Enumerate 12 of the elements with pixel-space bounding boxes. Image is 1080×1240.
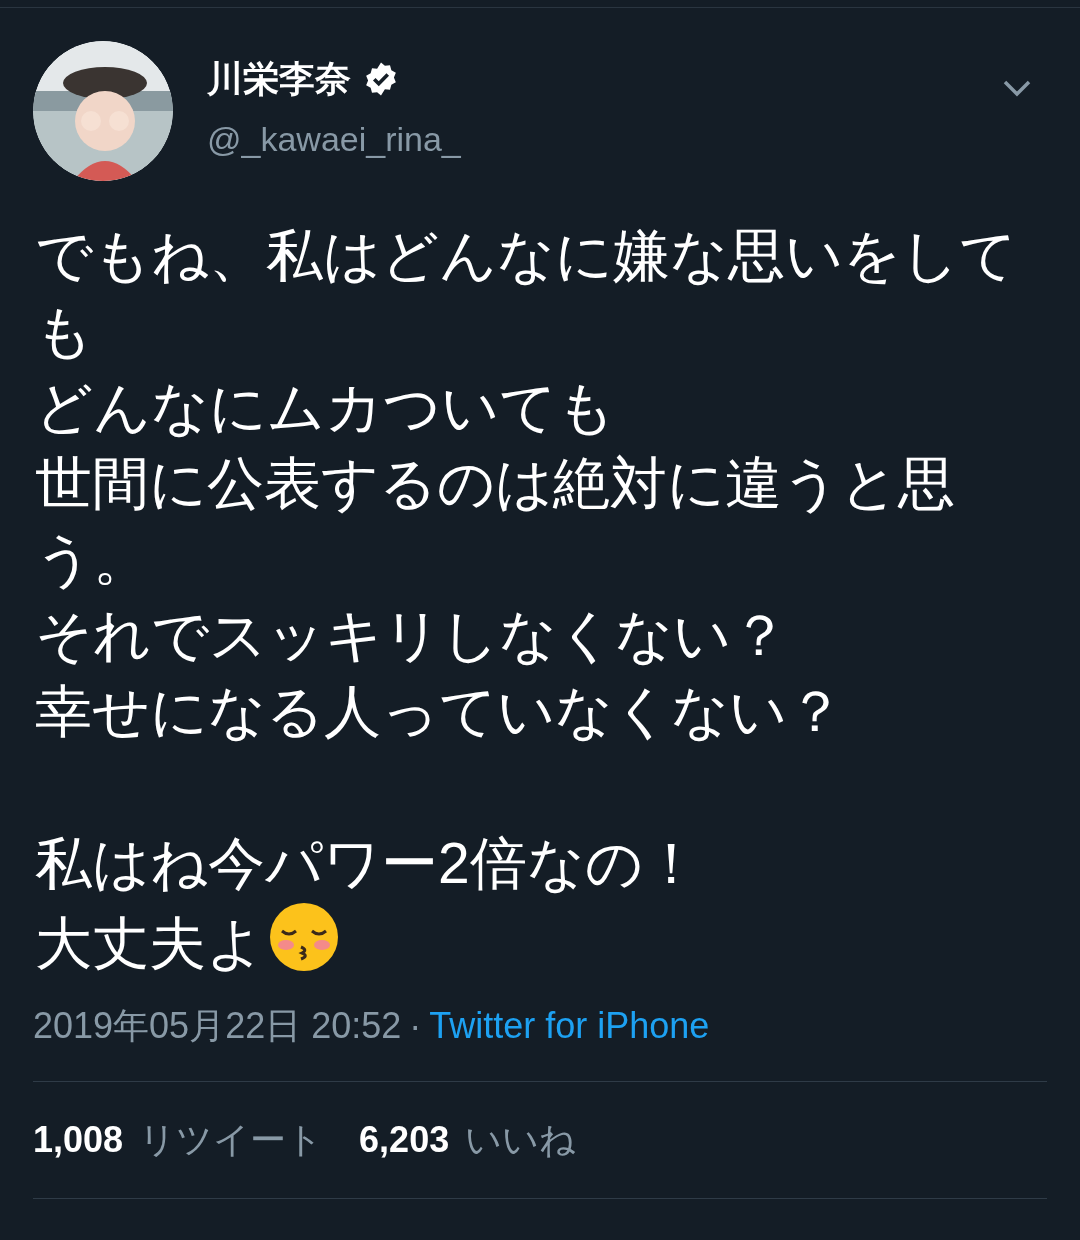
separator-dot: · <box>409 1004 422 1048</box>
author-handle: @_kawaei_rina_ <box>207 119 462 160</box>
author-name: 川栄李奈 <box>207 57 351 101</box>
stat-label[interactable]: リツイート <box>139 1113 324 1167</box>
stat-label[interactable]: いいね <box>465 1113 577 1167</box>
tweet-timestamp: 2019年05月22日 20:52 <box>33 1004 402 1048</box>
tweet-text: でもね、私はどんなに嫌な思いをしても どんなにムカついても 世間に公表するのは絶対に違うと思う。 それでスッキリしなくない？ 幸せになる人っていなくない？ <box>35 222 1018 745</box>
source-link[interactable]: Twitter for iPhone <box>429 1001 710 1051</box>
tweet-text: 私はね今パワー2倍なの！ 大丈夫よ <box>35 830 701 977</box>
stat-count: 1,008 <box>33 1118 124 1162</box>
chevron-down-icon[interactable] <box>1002 79 1032 97</box>
stat-count: 6,203 <box>359 1118 450 1162</box>
